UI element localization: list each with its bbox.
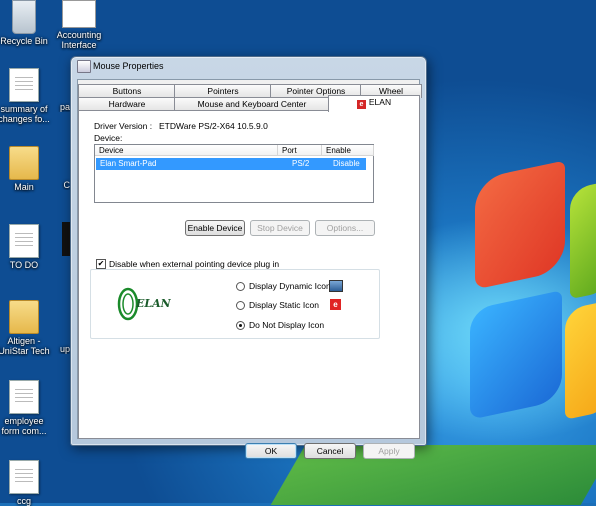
elan-icon: e: [330, 299, 341, 310]
elan-tab-page: Driver Version : ETDWare PS/2-X64 10.5.9…: [78, 110, 420, 439]
ok-button[interactable]: OK: [245, 443, 297, 459]
tab-elan-label: ELAN: [368, 97, 392, 107]
application-icon: [62, 0, 96, 28]
driver-version-value: ETDWare PS/2-X64 10.5.9.0: [159, 121, 268, 131]
device-label: Device:: [94, 133, 123, 143]
tab-elan[interactable]: e ELAN: [328, 95, 420, 112]
enable-device-button[interactable]: Enable Device: [185, 220, 245, 236]
disable-when-external-checkbox[interactable]: ✔: [96, 259, 106, 269]
desktop-icon-recycle-bin[interactable]: Recycle Bin: [0, 0, 53, 46]
tab-hardware[interactable]: Hardware: [78, 97, 176, 111]
monitor-icon: [329, 280, 343, 292]
display-dynamic-icon-label: Display Dynamic Icon: [249, 281, 331, 291]
enable-cell: Disable: [333, 159, 360, 168]
disable-when-external-label: Disable when external pointing device pl…: [109, 259, 280, 269]
desktop-icon-label: pa: [59, 102, 70, 112]
mouse-properties-window: Mouse Properties Buttons Pointers Pointe…: [70, 56, 427, 459]
elan-logo: ELAN: [116, 286, 172, 322]
stop-device-button[interactable]: Stop Device: [250, 220, 310, 236]
folder-icon: [9, 146, 39, 180]
desktop-icon-employee-form[interactable]: employee form com...: [0, 380, 53, 436]
desktop-icon-c[interactable]: C: [40, 146, 71, 190]
recycle-bin-icon: [12, 0, 36, 34]
do-not-display-icon-label: Do Not Display Icon: [249, 320, 325, 330]
desktop-icon-pa[interactable]: pa: [40, 68, 70, 112]
tab-pointers[interactable]: Pointers: [174, 84, 272, 98]
port-cell: PS/2: [292, 159, 310, 168]
table-row[interactable]: Elan Smart-Pad PS/2 Disable: [96, 158, 366, 170]
tray-icon-options-group: ELAN Display Dynamic Icon Display Static…: [90, 269, 380, 339]
title-bar[interactable]: Mouse Properties: [71, 57, 426, 75]
display-static-icon-radio[interactable]: [236, 301, 245, 310]
window-title: Mouse Properties: [93, 61, 164, 71]
dialog-client: Buttons Pointers Pointer Options Wheel H…: [77, 79, 422, 459]
elan-logo-text: ELAN: [136, 297, 171, 310]
column-header-device[interactable]: Device: [95, 145, 278, 156]
device-list[interactable]: Device Port Enable Elan Smart-Pad PS/2 D…: [94, 144, 374, 203]
desktop-icon-partial: [62, 222, 70, 256]
display-static-icon-label: Display Static Icon: [249, 300, 319, 310]
wallpaper-flag-green: [570, 180, 596, 300]
document-icon: [9, 224, 39, 258]
desktop-icon-label: TO DO: [9, 260, 39, 270]
driver-version-label: Driver Version :: [94, 121, 153, 131]
options-button[interactable]: Options...: [315, 220, 375, 236]
folder-icon: [9, 300, 39, 334]
elan-logo-icon: e: [356, 100, 366, 109]
desktop-icon-to-do[interactable]: TO DO: [0, 224, 53, 270]
column-header-enable[interactable]: Enable: [322, 145, 374, 156]
desktop-icon-label: ccg: [16, 496, 31, 506]
wallpaper-flag-yellow: [565, 300, 596, 420]
mouse-properties-icon: [77, 60, 91, 73]
desktop-icon-label: employee form com...: [1, 416, 47, 436]
device-name-cell: Elan Smart-Pad: [100, 159, 157, 168]
desktop-icon-label: up: [59, 344, 70, 354]
desktop-icon-label: Recycle Bin: [0, 36, 48, 46]
document-icon: [9, 460, 39, 494]
desktop-icon-ccg[interactable]: ccg: [0, 460, 53, 506]
desktop-icon-up[interactable]: up: [40, 300, 70, 354]
display-dynamic-icon-radio[interactable]: [236, 282, 245, 291]
desktop-icon-accounting-interface[interactable]: Accounting Interface: [50, 0, 108, 50]
document-icon: [9, 380, 39, 414]
desktop-icon-label: C: [63, 180, 71, 190]
desktop-icon-label: Accounting Interface: [56, 30, 102, 50]
tab-mouse-keyboard-center[interactable]: Mouse and Keyboard Center: [174, 97, 330, 111]
document-icon: [9, 68, 39, 102]
do-not-display-icon-radio[interactable]: [236, 321, 245, 330]
tab-buttons[interactable]: Buttons: [78, 84, 176, 98]
apply-button[interactable]: Apply: [363, 443, 415, 459]
column-header-port[interactable]: Port: [278, 145, 322, 156]
cancel-button[interactable]: Cancel: [304, 443, 356, 459]
